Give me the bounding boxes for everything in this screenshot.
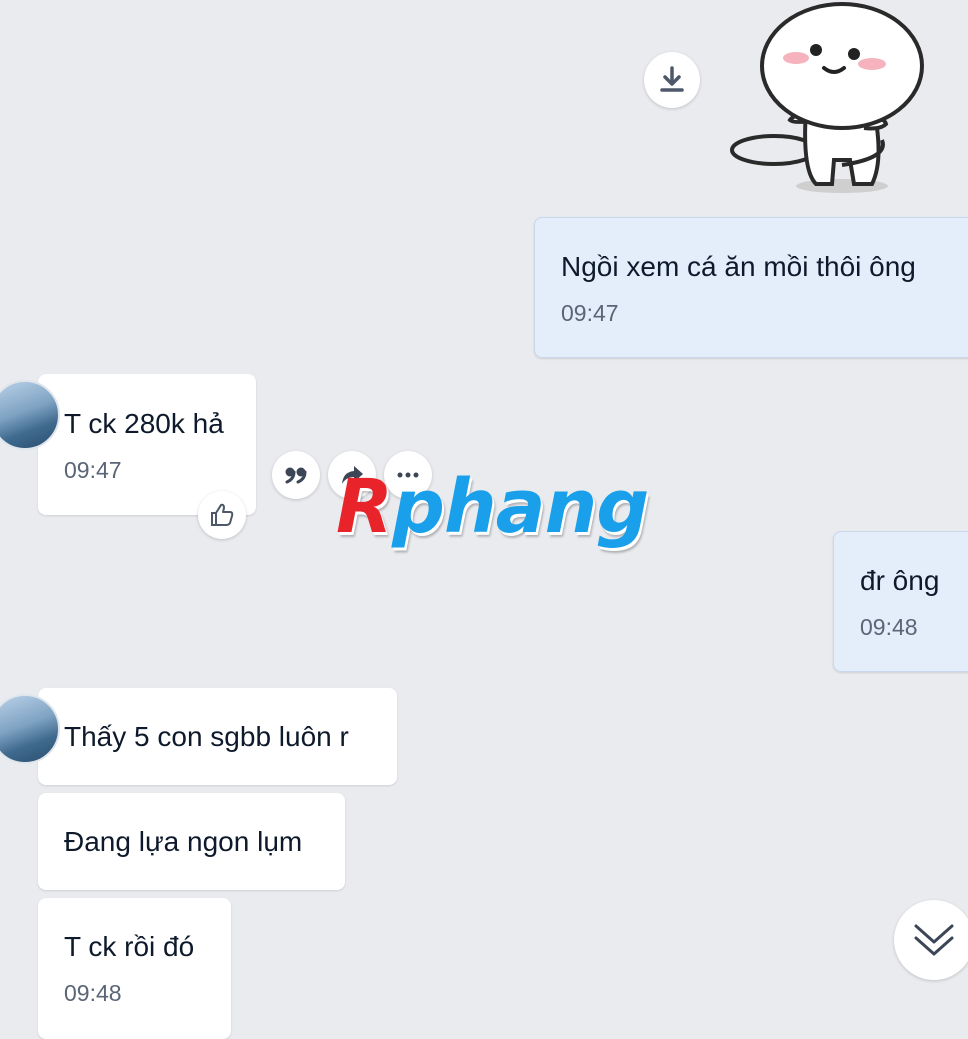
- message-text: T ck 280k hả: [64, 408, 224, 439]
- message-time: 09:47: [561, 300, 619, 326]
- watermark-logo: Rphang: [336, 464, 649, 550]
- scroll-to-bottom-button[interactable]: [894, 900, 968, 980]
- like-button[interactable]: [198, 491, 246, 539]
- download-button[interactable]: [644, 52, 700, 108]
- message-time: 09:48: [64, 980, 122, 1006]
- incoming-message[interactable]: Đang lựa ngon lụm: [38, 793, 345, 890]
- quote-icon: [285, 467, 307, 484]
- avatar[interactable]: [0, 380, 60, 450]
- outgoing-message[interactable]: đr ông 09:48: [833, 531, 968, 672]
- message-text: Thấy 5 con sgbb luôn r: [64, 721, 349, 752]
- quote-button[interactable]: [272, 451, 320, 499]
- incoming-message[interactable]: Thấy 5 con sgbb luôn r: [0, 688, 397, 785]
- message-text: Đang lựa ngon lụm: [64, 826, 303, 857]
- outgoing-message[interactable]: Ngồi xem cá ăn mồi thôi ông 09:47: [534, 217, 968, 358]
- message-time: 09:48: [860, 614, 918, 640]
- message-text: đr ông: [860, 565, 940, 596]
- sticker-image[interactable]: [724, 0, 936, 200]
- avatar[interactable]: [0, 694, 60, 764]
- message-text: T ck rồi đó: [64, 931, 195, 962]
- incoming-message[interactable]: T ck rồi đó 09:48: [38, 898, 231, 1039]
- message-text: Ngồi xem cá ăn mồi thôi ông: [561, 251, 916, 282]
- download-icon: [660, 66, 684, 92]
- message-time: 09:47: [64, 457, 122, 483]
- double-chevron-down-icon: [914, 924, 954, 956]
- thumbs-up-icon: [211, 503, 234, 526]
